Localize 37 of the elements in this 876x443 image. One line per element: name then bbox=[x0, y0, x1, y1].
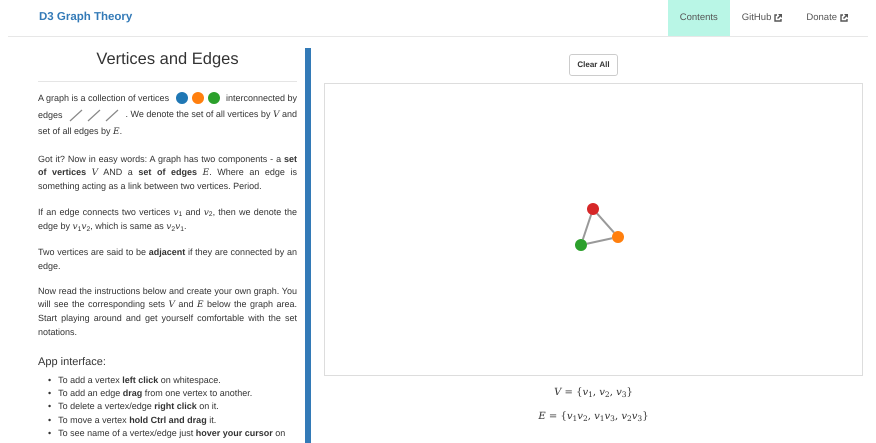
edge-lines-icon bbox=[69, 108, 120, 122]
instruction-text: To add an edge drag from one vertex to another. bbox=[58, 386, 252, 400]
instruction-text: To see name of a vertex/edge just hover your cursor on bbox=[58, 427, 286, 440]
paragraph: Now read the instructions below and create your own graph. You will see the corresponding sets V and E below the graph area. Start playing around and get yourself comfortable with the set notations. bbox=[38, 284, 297, 339]
scrollbar[interactable] bbox=[305, 48, 311, 443]
paragraph-text: interconnected by bbox=[226, 92, 297, 105]
nav-link[interactable]: Contents bbox=[668, 0, 730, 36]
section-title: Vertices and Edges bbox=[38, 50, 297, 82]
edge-set-formula: E = {v$_{1}$v$_{2}$, v$_{1}$v$_{3}$, v$_{2}$v$_{3}$} bbox=[538, 410, 649, 424]
graph-edge[interactable] bbox=[582, 214, 592, 240]
clear-all-button[interactable]: Clear All bbox=[569, 54, 618, 76]
nav-link[interactable]: GitHub bbox=[730, 0, 794, 36]
list-bullet: • bbox=[48, 400, 52, 414]
list-bullet: • bbox=[48, 374, 52, 387]
list-bullet: • bbox=[48, 414, 52, 427]
graph-vertex[interactable] bbox=[587, 203, 599, 215]
paragraph: If an edge connects two vertices v$_{1}$ and v$_{2}$, then we denote the edge by v$_{1}$v$_{2}$, which is same as v$_{2}$v$_{1}$. bbox=[38, 206, 297, 234]
instruction-text: To move a vertex hold Ctrl and drag it. bbox=[58, 414, 216, 427]
vertex-dots-icon bbox=[176, 92, 220, 104]
list-bullet: • bbox=[48, 386, 52, 400]
paragraph: Two vertices are said to be adjacent if they are connected by an edge. bbox=[38, 246, 297, 273]
paragraph-text: . We denote the set of all vertices by V and bbox=[126, 108, 297, 122]
graph-edge[interactable] bbox=[596, 212, 615, 234]
vertex-set-formula: V = {v$_{1}$, v$_{2}$, v$_{3}$} bbox=[554, 386, 633, 400]
subheading: App interface: bbox=[38, 355, 107, 370]
graph-edge[interactable] bbox=[586, 237, 612, 245]
list-bullet: • bbox=[48, 427, 52, 440]
instruction-text: To delete a vertex/edge right click on it. bbox=[58, 400, 219, 414]
brand-title[interactable]: D3 Graph Theory bbox=[39, 9, 132, 27]
paragraph-text: set of all edges by E. bbox=[38, 125, 122, 140]
nav-link[interactable]: Donate bbox=[794, 0, 860, 36]
instruction-text: To add a vertex left click on whitespace. bbox=[58, 374, 221, 387]
paragraph-text: A graph is a collection of vertices bbox=[38, 92, 170, 105]
graph-vertex[interactable] bbox=[575, 239, 587, 251]
graph-vertex[interactable] bbox=[612, 231, 624, 243]
paragraph: Got it? Now in easy words: A graph has two components - a set of vertices V AND a set of edges E. Where an edge is something acting as a link between two vertices. Period. bbox=[38, 152, 297, 194]
paragraph-text: edges bbox=[38, 108, 63, 122]
